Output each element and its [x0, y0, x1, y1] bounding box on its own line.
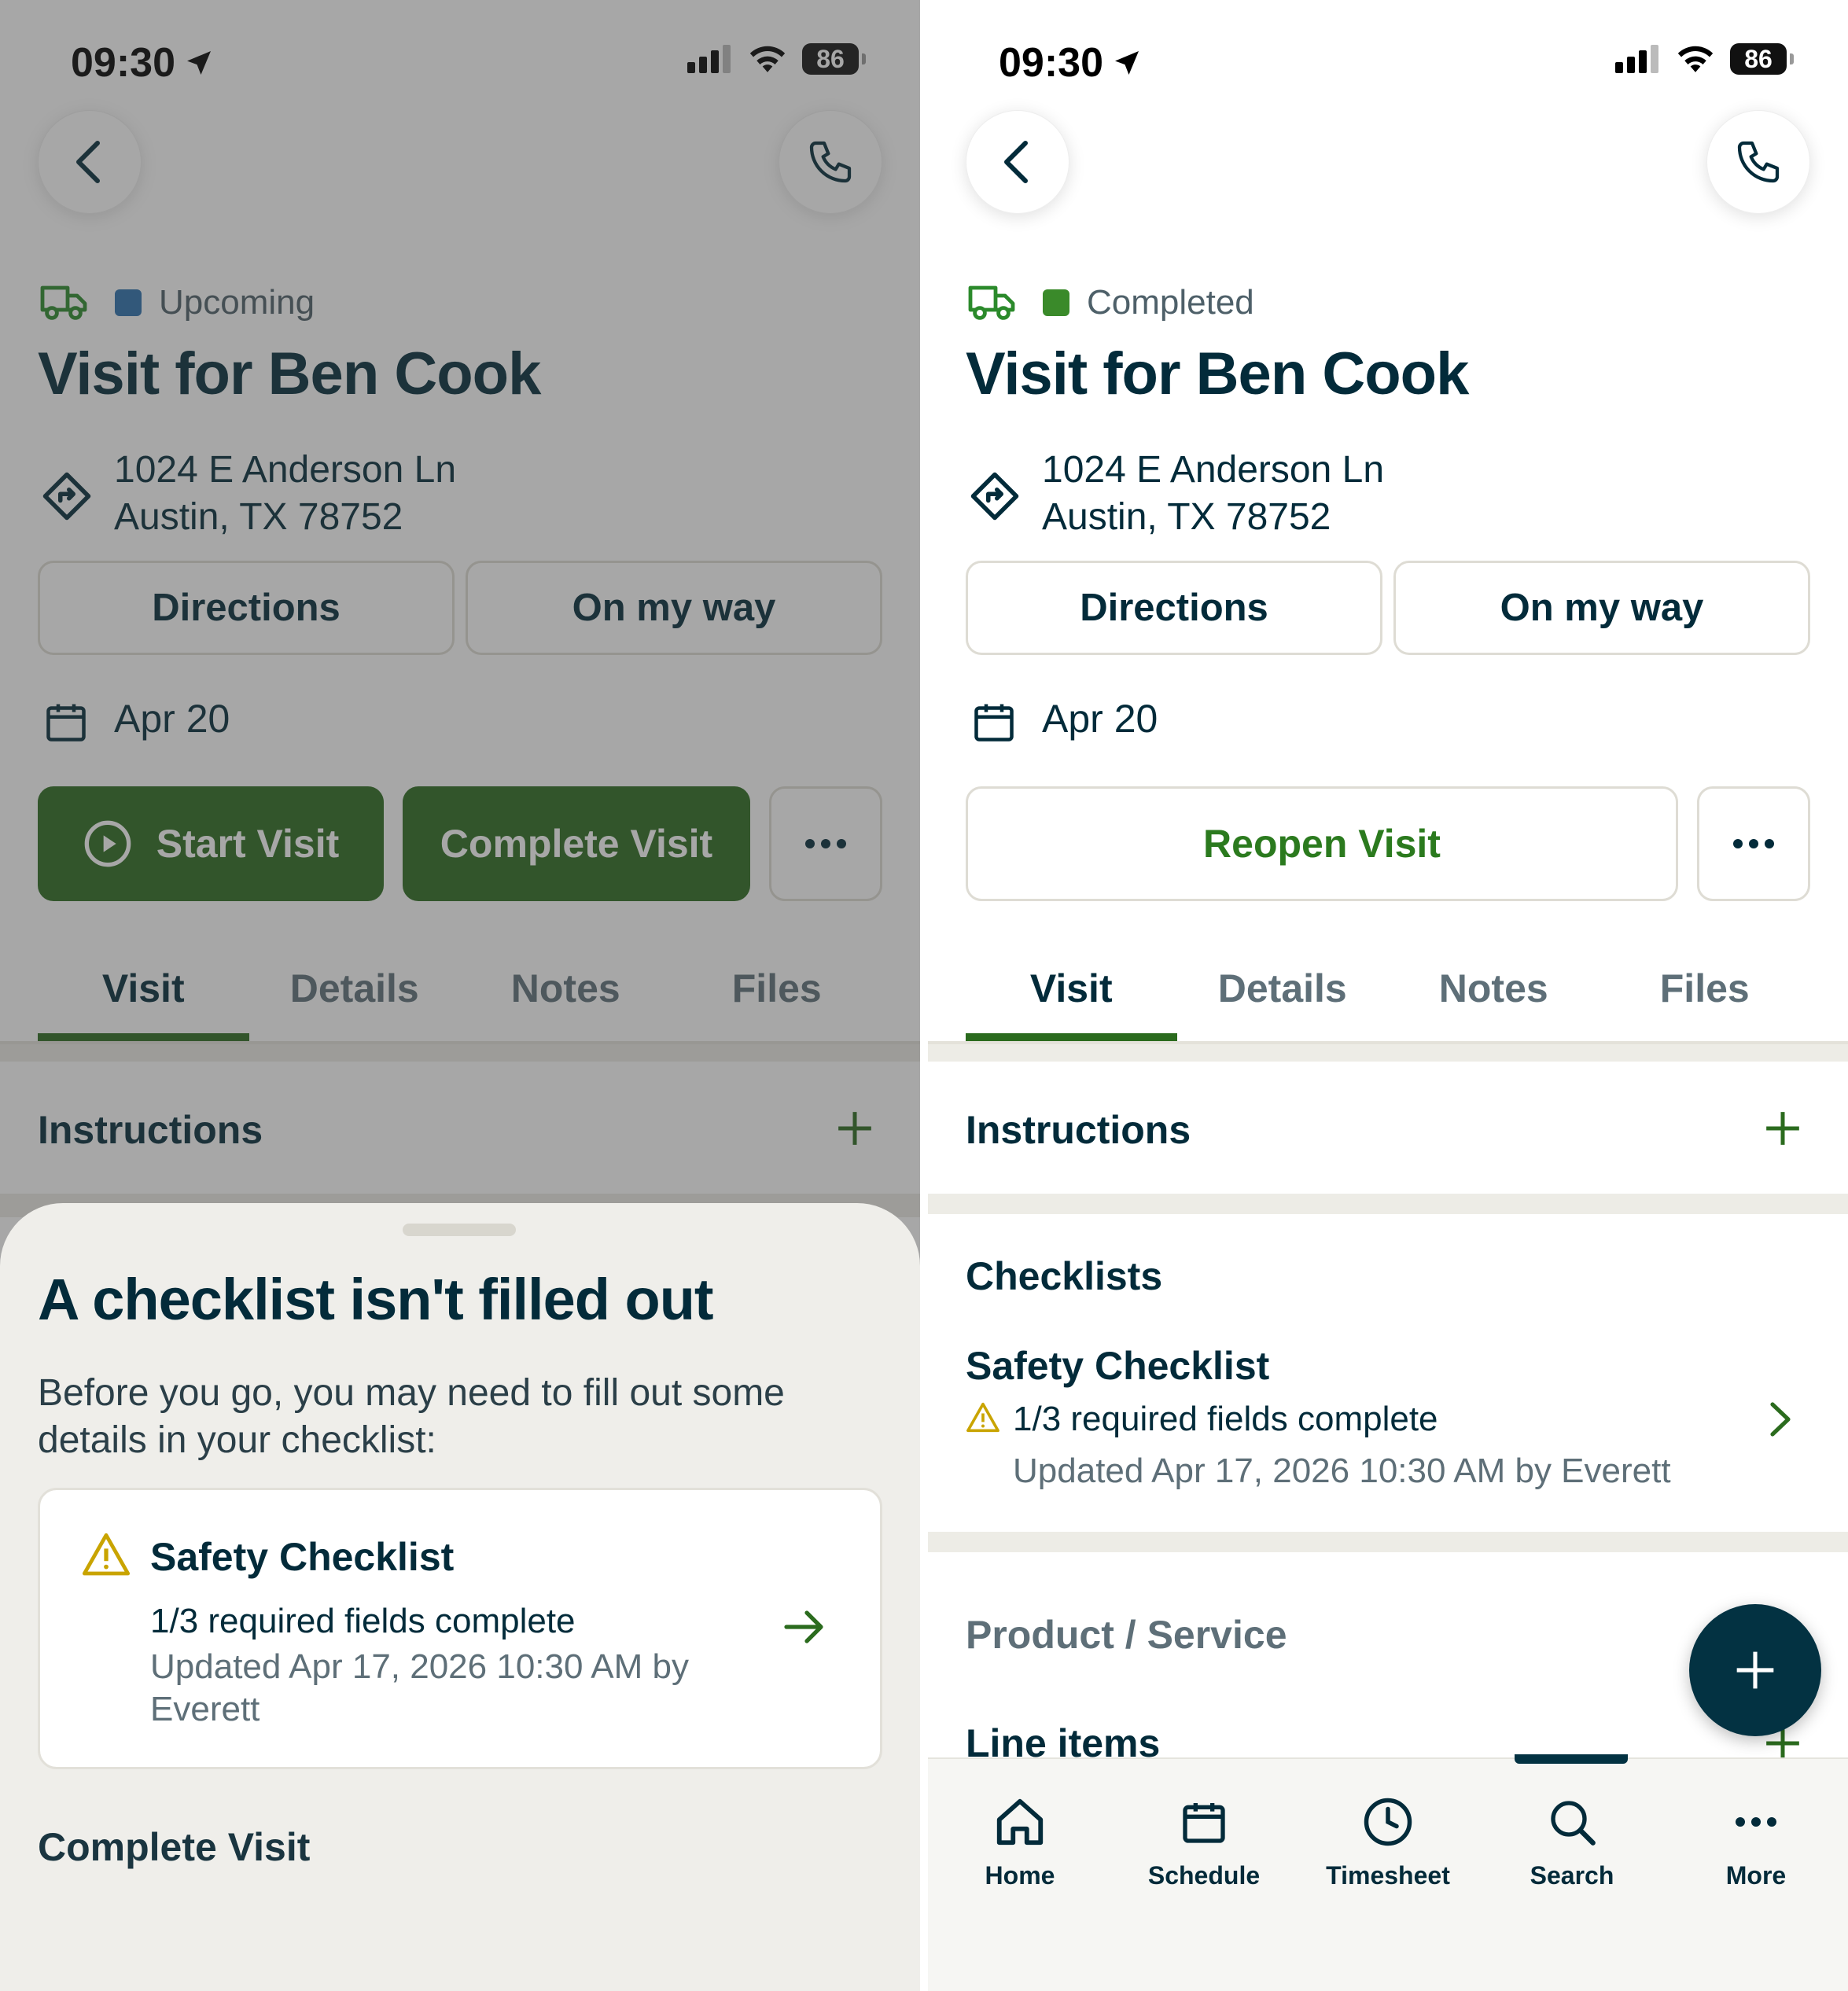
- location-arrow-icon: [1115, 51, 1139, 75]
- left-screen: 09:30 86 Upcoming Visit for Ben Cook 102…: [0, 0, 920, 1991]
- checklist-progress: 1/3 required fields complete: [150, 1602, 576, 1640]
- tab-files[interactable]: Files: [1600, 959, 1811, 1041]
- section-divider: [928, 1194, 1848, 1214]
- nav-home[interactable]: Home: [928, 1790, 1112, 1890]
- section-divider: [928, 1044, 1848, 1062]
- page-title: Visit for Ben Cook: [966, 340, 1469, 407]
- visit-date: Apr 20: [1042, 697, 1158, 741]
- address: 1024 E Anderson Ln Austin, TX 78752: [1042, 449, 1385, 538]
- checklist-title: Safety Checklist: [150, 1535, 455, 1579]
- status-indicators: 86: [1615, 43, 1794, 75]
- bottom-sheet: A checklist isn't filled out Before you …: [0, 1203, 920, 1991]
- screen-gap: [920, 0, 928, 1991]
- home-icon: [996, 1798, 1044, 1846]
- more-actions-button[interactable]: [1697, 786, 1810, 901]
- nav-search[interactable]: Search: [1480, 1790, 1664, 1890]
- directions-button[interactable]: Directions: [966, 561, 1382, 655]
- sheet-handle[interactable]: [403, 1224, 516, 1236]
- instructions-heading: Instructions: [966, 1108, 1191, 1152]
- signal-icon: [1615, 45, 1658, 73]
- calendar-icon: [1183, 1803, 1225, 1843]
- chevron-right-icon: [1770, 1402, 1791, 1437]
- wifi-icon: [1677, 46, 1714, 72]
- tab-notes[interactable]: Notes: [1388, 959, 1600, 1041]
- sheet-body: Before you go, you may need to fill out …: [38, 1372, 785, 1461]
- sheet-title: A checklist isn't filled out: [38, 1267, 714, 1332]
- ellipsis-icon: [1736, 1817, 1776, 1827]
- checklist-updated: Updated Apr 17, 2026 10:30 AM by Everett: [150, 1647, 689, 1728]
- reopen-visit-button[interactable]: Reopen Visit: [966, 786, 1678, 901]
- section-divider: [928, 1532, 1848, 1552]
- truck-icon: [968, 285, 1015, 320]
- arrow-right-icon: [784, 1610, 823, 1643]
- warning-icon: [82, 1533, 131, 1576]
- tab-visit[interactable]: Visit: [966, 959, 1177, 1041]
- plus-icon: [1736, 1651, 1774, 1689]
- add-fab-button[interactable]: [1689, 1604, 1821, 1736]
- directions-icon: [970, 472, 1019, 521]
- checklist-card[interactable]: Safety Checklist 1/3 required fields com…: [38, 1488, 882, 1769]
- add-instructions-icon[interactable]: [1763, 1109, 1802, 1148]
- nav-schedule[interactable]: Schedule: [1112, 1790, 1296, 1890]
- checklists-heading: Checklists: [966, 1254, 1163, 1298]
- status-label: Completed: [1087, 283, 1254, 322]
- checklist-progress: 1/3 required fields complete: [1013, 1400, 1438, 1438]
- call-button[interactable]: [1706, 110, 1810, 214]
- clock-icon: [1364, 1798, 1412, 1846]
- back-button[interactable]: [966, 110, 1069, 214]
- right-screen: 09:30 86 Completed Visit for Ben Cook 10…: [928, 0, 1848, 1991]
- nav-timesheet[interactable]: Timesheet: [1296, 1790, 1480, 1890]
- ellipsis-icon: [1733, 839, 1774, 848]
- status-dot: [1043, 289, 1069, 316]
- status-time: 09:30: [999, 39, 1143, 86]
- sheet-complete-visit-button[interactable]: Complete Visit: [38, 1824, 310, 1870]
- product-service-heading: Product / Service: [966, 1613, 1287, 1657]
- checklist-title: Safety Checklist: [966, 1344, 1270, 1388]
- nav-more[interactable]: More: [1664, 1790, 1848, 1890]
- checklist-row[interactable]: Safety Checklist 1/3 required fields com…: [928, 1337, 1848, 1518]
- bottom-nav: Home Schedule Timesheet Search More: [928, 1754, 1848, 1991]
- tab-details[interactable]: Details: [1177, 959, 1389, 1041]
- visit-status: Completed: [967, 283, 1254, 322]
- search-icon: [1551, 1801, 1596, 1846]
- on-my-way-button[interactable]: On my way: [1393, 561, 1810, 655]
- chevron-left-icon: [1004, 141, 1028, 183]
- battery-indicator: 86: [1730, 43, 1794, 75]
- warning-icon: [966, 1402, 999, 1433]
- nav-active-indicator: [1515, 1754, 1628, 1764]
- phone-icon: [1737, 141, 1780, 183]
- checklist-updated: Updated Apr 17, 2026 10:30 AM by Everett: [1013, 1452, 1671, 1490]
- calendar-icon: [974, 704, 1014, 742]
- tab-bar: Visit Details Notes Files: [966, 959, 1810, 1041]
